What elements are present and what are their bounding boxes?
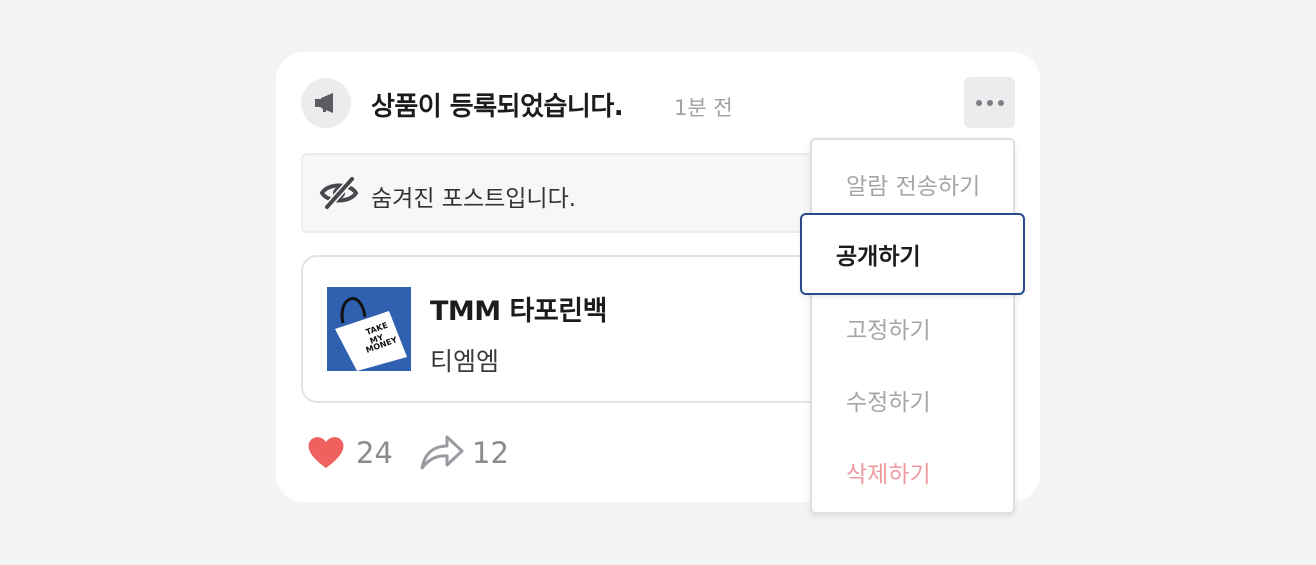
product-thumbnail: TAKE MY MONEY [327,287,411,371]
share-count: 12 [472,436,509,470]
product-brand: 티엠엠 [430,347,500,376]
more-options-button[interactable] [964,77,1015,128]
menu-item-pin[interactable]: 고정하기 [812,292,1013,364]
share-arrow-icon[interactable] [419,432,465,472]
eye-off-icon [319,176,359,210]
more-horizontal-icon [975,99,982,106]
hidden-post-notice: 숨겨진 포스트입니다. [301,153,863,233]
avatar [301,78,351,128]
menu-item-edit[interactable]: 수정하기 [812,364,1013,436]
hidden-notice-text: 숨겨진 포스트입니다. [371,186,577,212]
menu-item-delete[interactable]: 삭제하기 [812,436,1013,508]
menu-item-make-public[interactable]: 공개하기 [800,213,1025,295]
menu-item-send-alarm[interactable]: 알람 전송하기 [812,148,1013,220]
megaphone-icon [315,93,333,113]
heart-icon[interactable] [306,434,346,470]
options-dropdown-menu: 알람 전송하기 공개하기 고정하기 수정하기 삭제하기 [800,138,1025,514]
post-time: 1분 전 [674,96,733,120]
like-count: 24 [356,436,393,470]
product-card[interactable]: TAKE MY MONEY TMM 타포린백 티엠엠 [301,255,863,403]
product-name: TMM 타포린백 [430,296,607,327]
post-title: 상품이 등록되었습니다. [371,92,624,122]
